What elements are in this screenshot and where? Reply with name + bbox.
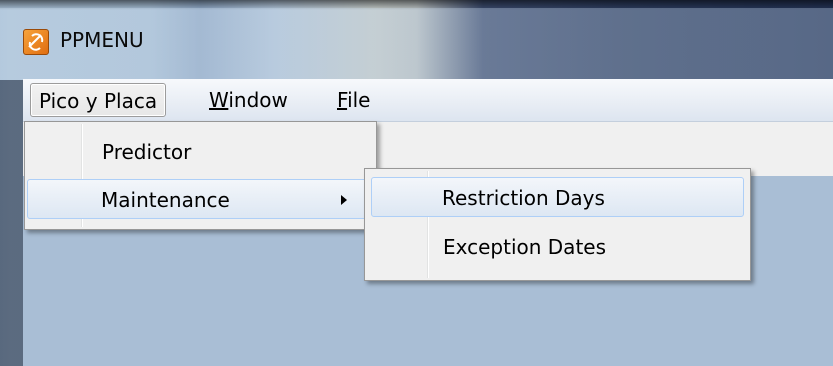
menu-item-exception-dates[interactable]: Exception Dates bbox=[371, 227, 744, 267]
menu-bar: Pico y Placa Window File bbox=[23, 79, 833, 122]
menu-item-predictor[interactable]: Predictor bbox=[27, 132, 374, 172]
menu-item-maintenance[interactable]: Maintenance bbox=[27, 179, 374, 219]
submenu-arrow-icon bbox=[341, 195, 347, 205]
menu-pico-y-placa[interactable]: Pico y Placa bbox=[30, 83, 167, 117]
menu-item-predictor-label: Predictor bbox=[102, 140, 192, 164]
menu-item-restriction-days[interactable]: Restriction Days bbox=[371, 177, 744, 217]
maintenance-submenu: Restriction Days Exception Dates bbox=[364, 168, 751, 281]
window-title: PPMENU bbox=[60, 28, 144, 52]
menu-file-label: ile bbox=[347, 88, 371, 112]
menu-file[interactable]: File bbox=[329, 83, 378, 117]
app-logo-icon[interactable] bbox=[23, 29, 49, 55]
menu-file-mnemonic: F bbox=[337, 88, 348, 112]
menu-window[interactable]: Window bbox=[201, 83, 296, 117]
menu-item-exception-dates-label: Exception Dates bbox=[443, 235, 607, 259]
menu-item-maintenance-label: Maintenance bbox=[101, 188, 230, 212]
menu-window-label: indow bbox=[228, 88, 288, 112]
menu-item-restriction-days-label: Restriction Days bbox=[442, 186, 605, 210]
menu-window-mnemonic: W bbox=[209, 88, 229, 112]
pico-y-placa-menu: Predictor Maintenance bbox=[24, 121, 377, 230]
